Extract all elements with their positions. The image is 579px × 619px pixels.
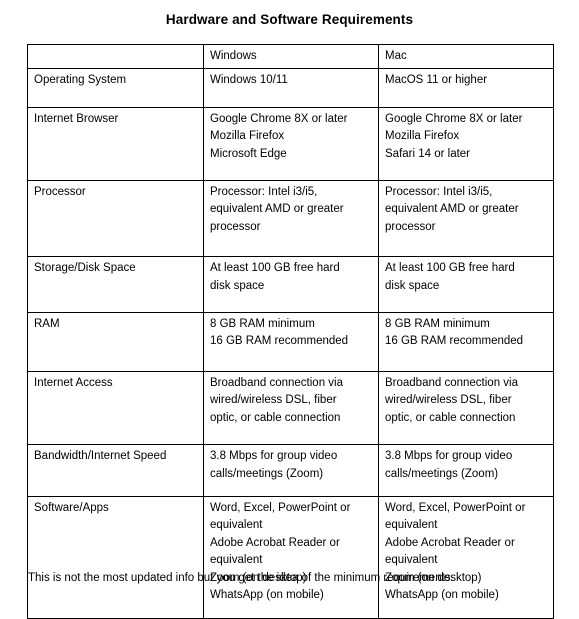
- cell-line: Word, Excel, PowerPoint or: [385, 501, 526, 514]
- cell-line: Mozilla Firefox: [385, 130, 460, 143]
- cell-line: equivalent: [210, 554, 263, 567]
- page-title: Hardware and Software Requirements: [165, 12, 414, 27]
- header-cell-blank: [27, 43, 204, 70]
- table-row: Internet Browser Google Chrome 8X or late…: [27, 106, 554, 182]
- table-row: Storage/Disk Space At least 100 GB free h…: [27, 256, 554, 314]
- table-body: Operating System Windows 10/11 MacOS 11 or…: [27, 68, 554, 619]
- cell-line: calls/meetings (Zoom): [385, 467, 499, 480]
- row-windows-cell: Google Chrome 8X or later Mozilla Firefox…: [203, 106, 379, 182]
- cell-line: Processor: Intel i3/i5,: [385, 186, 493, 199]
- row-windows-cell: Broadband connection via wired/wireless D…: [203, 370, 379, 446]
- row-mac-cell: Google Chrome 8X or later Mozilla Firefox…: [378, 106, 554, 182]
- cell-line: equivalent: [210, 519, 263, 532]
- row-mac-cell: Processor: Intel i3/i5, equivalent AMD or…: [378, 180, 554, 258]
- table-row: Internet Access Broadband connection via w…: [27, 370, 554, 446]
- cell-line: optic, or cable connection: [385, 411, 516, 424]
- cell-line: 3.8 Mbps for group video: [210, 450, 338, 463]
- cell-line: Broadband connection via: [210, 376, 343, 389]
- row-mac-cell: MacOS 11 or higher: [378, 68, 554, 108]
- table-header: Windows Mac: [27, 43, 554, 70]
- table-row: Software/Apps Word, Excel, PowerPoint or e…: [27, 495, 554, 619]
- cell-line: Safari 14 or later: [385, 147, 471, 160]
- header-cell-mac: Mac: [378, 43, 554, 70]
- row-label-cell: Storage/Disk Space: [27, 256, 204, 314]
- row-label-cell: Operating System: [27, 68, 204, 108]
- cell-line: 3.8 Mbps for group video: [385, 450, 513, 463]
- cell-line: Processor: Intel i3/i5,: [210, 186, 318, 199]
- cell-line: Microsoft Edge: [210, 147, 287, 160]
- cell-line: wired/wireless DSL, fiber: [385, 394, 512, 407]
- table-row: Operating System Windows 10/11 MacOS 11 or…: [27, 68, 554, 108]
- row-mac-cell: Word, Excel, PowerPoint or equivalent Adob…: [378, 495, 554, 619]
- cell-line: equivalent: [385, 554, 438, 567]
- row-label-cell: RAM: [27, 312, 204, 372]
- cell-line: WhatsApp (on mobile): [210, 588, 324, 601]
- cell-line: Word, Excel, PowerPoint or: [210, 501, 351, 514]
- row-mac-cell: At least 100 GB free hard disk space: [378, 256, 554, 314]
- cell-line: disk space: [210, 279, 265, 292]
- row-label-cell: Software/Apps: [27, 495, 204, 619]
- cell-line: Mozilla Firefox: [210, 130, 285, 143]
- row-windows-cell: Windows 10/11: [203, 68, 379, 108]
- cell-line: disk space: [385, 279, 440, 292]
- table-row: RAM 8 GB RAM minimum 16 GB RAM recommended…: [27, 312, 554, 372]
- cell-line: Google Chrome 8X or later: [385, 112, 523, 125]
- row-label-cell: Processor: [27, 180, 204, 258]
- row-mac-cell: Broadband connection via wired/wireless D…: [378, 370, 554, 446]
- cell-line: processor: [210, 220, 261, 233]
- cell-line: wired/wireless DSL, fiber: [210, 394, 337, 407]
- cell-line: At least 100 GB free hard: [385, 262, 515, 275]
- cell-line: WhatsApp (on mobile): [385, 588, 499, 601]
- row-windows-cell: 8 GB RAM minimum 16 GB RAM recommended: [203, 312, 379, 372]
- cell-line: Windows 10/11: [210, 74, 288, 87]
- footer-note: This is not the most updated info but yo…: [28, 572, 454, 584]
- row-windows-cell: Processor: Intel i3/i5, equivalent AMD or…: [203, 180, 379, 258]
- row-mac-cell: 3.8 Mbps for group video calls/meetings (…: [378, 444, 554, 497]
- cell-line: Adobe Acrobat Reader or: [210, 536, 340, 549]
- table-row: Bandwidth/Internet Speed 3.8 Mbps for gro…: [27, 444, 554, 497]
- table-row: Processor Processor: Intel i3/i5, equivale…: [27, 180, 554, 258]
- cell-line: Broadband connection via: [385, 376, 518, 389]
- header-cell-windows: Windows: [203, 43, 379, 70]
- cell-line: equivalent AMD or greater: [385, 203, 519, 216]
- cell-line: 16 GB RAM recommended: [385, 335, 524, 348]
- cell-line: optic, or cable connection: [210, 411, 341, 424]
- table-header-row: Windows Mac: [27, 43, 554, 70]
- cell-line: equivalent: [385, 519, 438, 532]
- cell-line: equivalent AMD or greater: [210, 203, 344, 216]
- cell-line: calls/meetings (Zoom): [210, 467, 324, 480]
- row-windows-cell: 3.8 Mbps for group video calls/meetings (…: [203, 444, 379, 497]
- cell-line: At least 100 GB free hard: [210, 262, 340, 275]
- row-label-cell: Internet Access: [27, 370, 204, 446]
- cell-line: 16 GB RAM recommended: [210, 335, 349, 348]
- requirements-table: Windows Mac Operating System Windows 10/1…: [27, 43, 554, 619]
- cell-line: 8 GB RAM minimum: [385, 318, 490, 331]
- cell-line: processor: [385, 220, 436, 233]
- row-label-cell: Bandwidth/Internet Speed: [27, 444, 204, 497]
- cell-line: MacOS 11 or higher: [385, 74, 488, 87]
- row-mac-cell: 8 GB RAM minimum 16 GB RAM recommended: [378, 312, 554, 372]
- document-page: Hardware and Software Requirements Windo…: [0, 0, 579, 619]
- cell-line: Google Chrome 8X or later: [210, 112, 348, 125]
- cell-line: 8 GB RAM minimum: [210, 318, 315, 331]
- row-windows-cell: At least 100 GB free hard disk space: [203, 256, 379, 314]
- row-label-cell: Internet Browser: [27, 106, 204, 182]
- row-windows-cell: Word, Excel, PowerPoint or equivalent Adob…: [203, 495, 379, 619]
- cell-line: Adobe Acrobat Reader or: [385, 536, 515, 549]
